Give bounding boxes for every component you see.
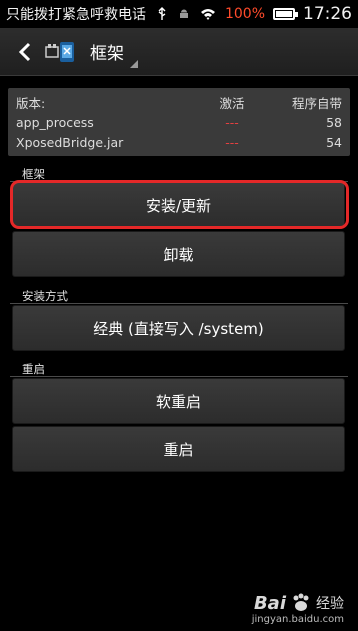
clock: 17:26 — [303, 4, 352, 24]
table-row: app_process --- 58 — [16, 112, 342, 132]
xposed-app-icon[interactable] — [44, 39, 76, 65]
active-version: --- — [225, 114, 239, 130]
section-label-install-method: 安装方式 — [22, 289, 68, 303]
section-label-reboot: 重启 — [22, 362, 45, 376]
watermark-suffix: 经验 — [316, 596, 344, 612]
bundled-version: 54 — [326, 134, 342, 150]
paw-icon — [293, 593, 309, 611]
spinner-indicator-icon — [130, 60, 138, 68]
highlight-box — [10, 180, 349, 229]
active-version: --- — [225, 134, 239, 150]
reboot-button[interactable]: 重启 — [12, 426, 345, 472]
install-method-classic-button[interactable]: 经典 (直接写入 /system) — [12, 305, 345, 351]
version-header-row: 版本: 激活 程序自带 — [16, 92, 342, 112]
android-debug-icon — [179, 9, 188, 18]
page-title[interactable]: 框架 — [90, 39, 124, 64]
component-name: XposedBridge.jar — [16, 134, 124, 150]
version-info-panel: 版本: 激活 程序自带 app_process --- 58 XposedBri… — [8, 88, 350, 156]
back-chevron-icon[interactable] — [12, 39, 38, 65]
watermark-url: jingyan.baidu.com — [251, 614, 344, 625]
baidu-jingyan-watermark: Bai 经验 jingyan.baidu.com — [251, 592, 344, 626]
divider — [10, 376, 348, 377]
status-icons: 100% 17:26 — [155, 4, 352, 24]
component-name: app_process — [16, 114, 94, 130]
bundled-version: 58 — [326, 114, 342, 130]
watermark-logo: Bai 经验 — [252, 592, 344, 614]
wifi-icon — [200, 9, 215, 20]
action-bar: 框架 — [0, 28, 358, 76]
battery-fill — [276, 11, 292, 17]
uninstall-button[interactable]: 卸载 — [12, 231, 345, 277]
watermark-brand: Bai — [253, 592, 286, 614]
battery-percent: 100% — [224, 6, 265, 22]
bundled-header: 程序自带 — [291, 95, 342, 111]
status-bar: 只能拨打紧急呼救电话 100% 17:26 — [0, 0, 358, 28]
version-label: 版本: — [16, 95, 46, 111]
carrier-text: 只能拨打紧急呼救电话 — [6, 7, 146, 23]
battery-icon — [273, 8, 298, 20]
active-header: 激活 — [219, 95, 245, 111]
soft-reboot-button[interactable]: 软重启 — [12, 378, 345, 424]
divider — [10, 303, 348, 304]
table-row: XposedBridge.jar --- 54 — [16, 132, 342, 152]
usb-icon — [158, 7, 166, 20]
